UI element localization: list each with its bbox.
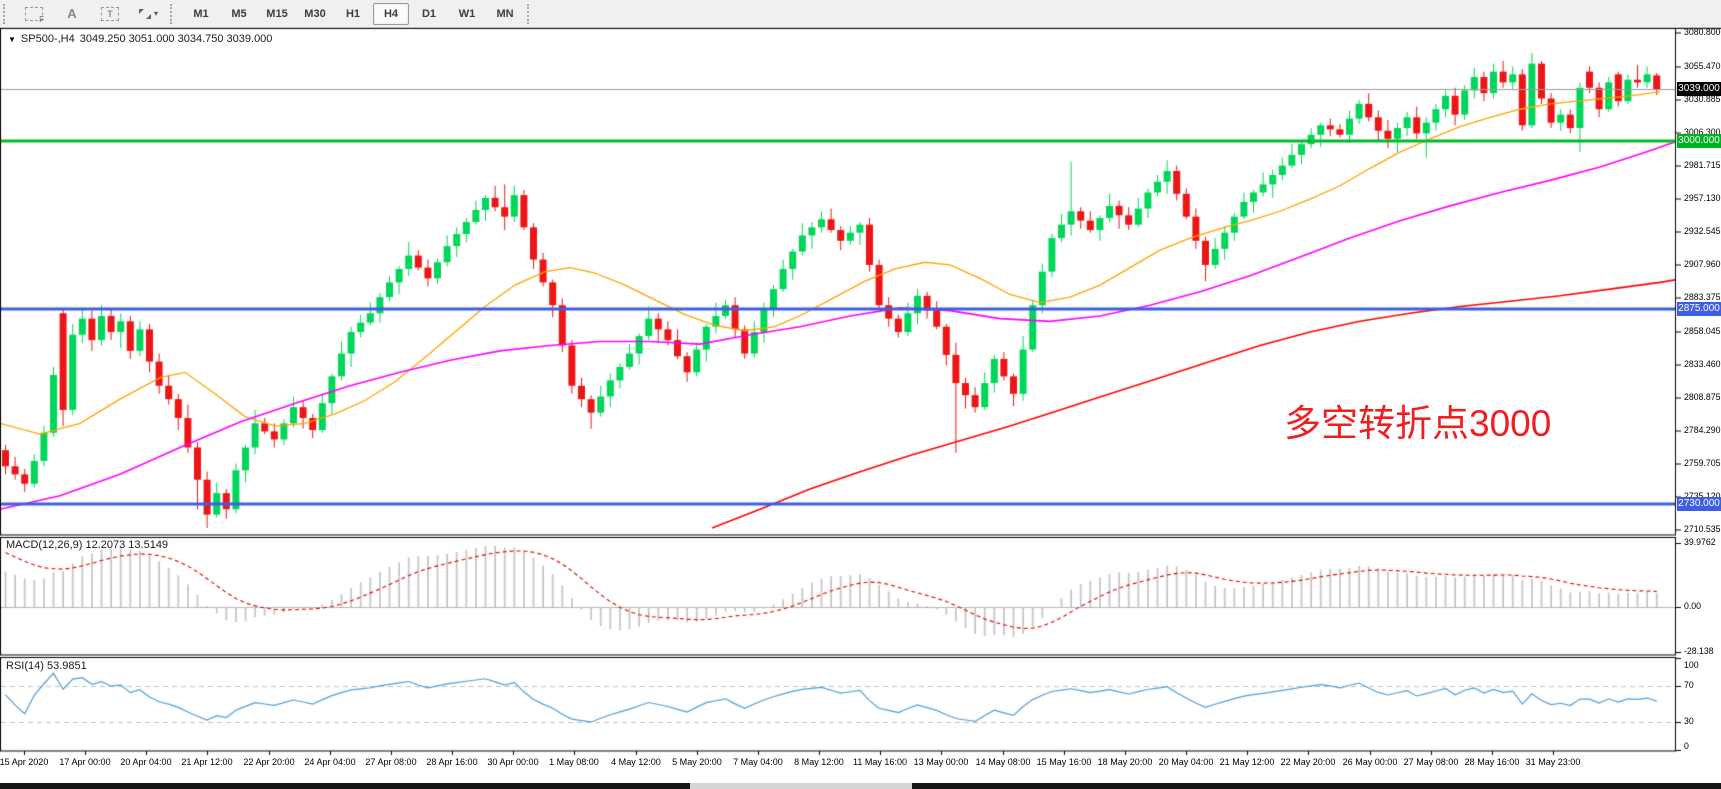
rsi-tick-label: 0 xyxy=(1684,741,1689,752)
time-tick-label: 22 Apr 20:00 xyxy=(243,757,294,768)
price-tick-label: 2784.290 xyxy=(1684,425,1720,436)
price-tick-label: 2710.535 xyxy=(1684,524,1720,535)
symbol-dropdown-icon[interactable]: ▼ xyxy=(8,35,16,44)
frame-tool-button[interactable]: F xyxy=(16,2,52,26)
rsi-tick-label: 30 xyxy=(1684,716,1694,727)
time-tick-label: 31 May 23:00 xyxy=(1526,757,1581,768)
bottom-rail-segment xyxy=(912,783,1721,789)
time-tick-label: 26 May 00:00 xyxy=(1342,757,1397,768)
price-tick-label: 3055.470 xyxy=(1684,61,1720,72)
time-tick-label: 4 May 12:00 xyxy=(611,757,661,768)
frame-icon: F xyxy=(25,7,43,21)
chart-title-ohlc: 3049.250 3051.000 3034.750 3039.000 xyxy=(80,33,273,45)
toolbar: F A T ▾ M1M5M15M30H1H4D1W1MN xyxy=(0,0,1721,28)
time-tick-label: 21 Apr 12:00 xyxy=(182,757,233,768)
chevron-down-icon[interactable]: ▾ xyxy=(154,9,158,18)
time-tick-label: 13 May 00:00 xyxy=(914,757,969,768)
time-tick-label: 27 May 08:00 xyxy=(1403,757,1458,768)
textbox-tool-button[interactable]: T xyxy=(92,2,128,26)
timeframe-button-M15[interactable]: M15 xyxy=(259,3,295,25)
price-tick-label: 2957.130 xyxy=(1684,193,1720,204)
timeframe-button-H4[interactable]: H4 xyxy=(373,3,409,25)
price-tag-2875[interactable]: 2875.000 xyxy=(1677,302,1721,316)
timeframe-button-H1[interactable]: H1 xyxy=(335,3,371,25)
timeframe-button-M1[interactable]: M1 xyxy=(183,3,219,25)
bottom-rail-segment xyxy=(0,783,690,789)
price-tick-label: 2833.460 xyxy=(1684,359,1720,370)
bottom-rail xyxy=(0,783,1721,789)
time-tick-label: 27 Apr 08:00 xyxy=(365,757,416,768)
time-tick-label: 22 May 20:00 xyxy=(1281,757,1336,768)
time-tick-label: 7 May 04:00 xyxy=(733,757,783,768)
price-tick-label: 2858.045 xyxy=(1684,326,1720,337)
time-tick-label: 21 May 12:00 xyxy=(1220,757,1275,768)
price-tick-label: 2981.715 xyxy=(1684,160,1720,171)
text-label-icon: A xyxy=(67,6,76,21)
timeframe-button-MN[interactable]: MN xyxy=(487,3,523,25)
time-tick-label: 1 May 08:00 xyxy=(550,757,600,768)
time-tick-label: 11 May 16:00 xyxy=(853,757,907,768)
macd-tick-label: 0.00 xyxy=(1684,601,1701,612)
macd-tick-label: -28.138 xyxy=(1684,646,1714,657)
time-tick-label: 5 May 20:00 xyxy=(672,757,722,768)
rsi-label: RSI(14) 53.9851 xyxy=(6,660,87,672)
chart-title-symbol: SP500-,H4 xyxy=(21,33,75,45)
chart-annotation-text[interactable]: 多空转折点3000 xyxy=(1284,393,1551,447)
timeframe-button-M30[interactable]: M30 xyxy=(297,3,333,25)
time-tick-label: 8 May 12:00 xyxy=(794,757,844,768)
arrows-icon xyxy=(138,8,152,20)
rsi-tick-label: 70 xyxy=(1684,680,1694,691)
macd-label: MACD(12,26,9) 12.2073 13.5149 xyxy=(6,539,168,551)
time-tick-label: 30 Apr 00:00 xyxy=(488,757,539,768)
time-tick-label: 15 Apr 2020 xyxy=(0,757,48,768)
price-tick-label: 2759.705 xyxy=(1684,458,1720,469)
time-tick-label: 15 May 16:00 xyxy=(1036,757,1091,768)
time-tick-label: 20 May 04:00 xyxy=(1159,757,1214,768)
time-tick-label: 18 May 20:00 xyxy=(1098,757,1153,768)
time-tick-label: 14 May 08:00 xyxy=(975,757,1030,768)
trading-terminal: F A T ▾ M1M5M15M30H1H4D1W1MN ▼ SP500-,H4… xyxy=(0,0,1721,789)
macd-tick-label: 39.9762 xyxy=(1684,537,1716,548)
price-tick-label: 2907.960 xyxy=(1684,259,1720,270)
toolbar-grip[interactable] xyxy=(3,4,12,24)
timeframe-button-M5[interactable]: M5 xyxy=(221,3,257,25)
time-tick-label: 28 Apr 16:00 xyxy=(427,757,478,768)
price-tag-2730[interactable]: 2730.000 xyxy=(1677,497,1721,511)
timeframe-group: M1M5M15M30H1H4D1W1MN xyxy=(182,3,524,25)
arrows-tool-button[interactable]: ▾ xyxy=(130,2,166,26)
timeframe-button-W1[interactable]: W1 xyxy=(449,3,485,25)
time-tick-label: 28 May 16:00 xyxy=(1464,757,1519,768)
time-tick-label: 20 Apr 04:00 xyxy=(121,757,172,768)
toolbar-grip[interactable] xyxy=(170,4,179,24)
chart-title: ▼ SP500-,H4 3049.250 3051.000 3034.750 3… xyxy=(8,33,272,45)
price-tag-3000[interactable]: 3000.000 xyxy=(1677,134,1721,148)
textbox-icon: T xyxy=(101,7,119,21)
label-tool-button[interactable]: A xyxy=(54,2,90,26)
timeframe-button-D1[interactable]: D1 xyxy=(411,3,447,25)
time-tick-label: 24 Apr 04:00 xyxy=(304,757,355,768)
price-tick-label: 2932.545 xyxy=(1684,226,1720,237)
toolbar-grip[interactable] xyxy=(527,4,536,24)
price-tag-current: 3039.000 xyxy=(1677,82,1721,96)
price-tick-label: 3080.800 xyxy=(1684,27,1720,38)
rsi-tick-label: 100 xyxy=(1684,660,1699,671)
price-tick-label: 2808.875 xyxy=(1684,392,1720,403)
time-axis[interactable]: 15 Apr 2020 17 Apr 00:00 20 Apr 04:00 21 Ap… xyxy=(0,751,1676,781)
time-tick-label: 17 Apr 00:00 xyxy=(60,757,111,768)
